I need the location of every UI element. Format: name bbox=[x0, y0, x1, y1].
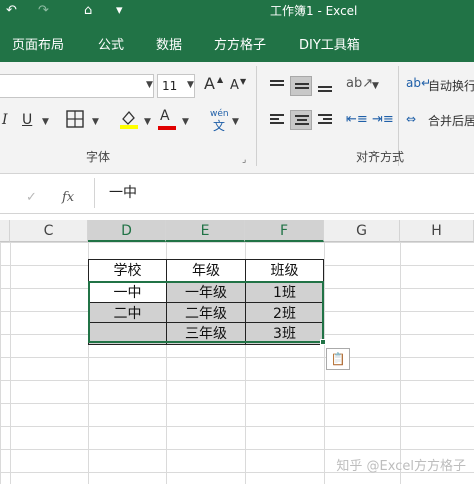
column-header-f[interactable]: F bbox=[245, 220, 324, 242]
increase-indent-icon[interactable]: ⇥≡ bbox=[372, 112, 394, 128]
corner-select-all[interactable] bbox=[0, 220, 10, 242]
font-color-swatch bbox=[158, 126, 176, 130]
align-left-button[interactable] bbox=[266, 110, 288, 130]
formula-bar: ✓ fx 一中 bbox=[0, 174, 474, 214]
column-header-d[interactable]: D bbox=[88, 220, 166, 242]
merge-center-button[interactable]: 合并后居 bbox=[428, 113, 474, 129]
table-header-cell[interactable]: 班级 bbox=[245, 259, 324, 282]
align-top-button[interactable] bbox=[266, 76, 288, 96]
formula-buttons: ✓ fx bbox=[0, 180, 92, 208]
table-cell[interactable]: 1班 bbox=[245, 281, 324, 304]
ribbon-home: ▼ 11 ▼ A ▲ A ▼ I U ▼ ▼ ▼ A ▼ wén 文 ▼ 字体 … bbox=[0, 62, 474, 174]
borders-icon[interactable] bbox=[66, 110, 84, 132]
gridline bbox=[324, 242, 325, 484]
table-cell[interactable]: 一中 bbox=[88, 281, 167, 304]
font-color-button[interactable]: A bbox=[160, 108, 170, 124]
table-header-cell[interactable]: 学校 bbox=[88, 259, 167, 282]
align-bottom-button[interactable] bbox=[314, 76, 336, 96]
grow-font-button[interactable]: A bbox=[204, 76, 215, 92]
group-label-alignment: 对齐方式 bbox=[356, 150, 405, 164]
gridline bbox=[400, 242, 401, 484]
shrink-font-button[interactable]: A bbox=[230, 78, 239, 94]
chevron-down-icon[interactable]: ▼ bbox=[144, 117, 151, 127]
redo-icon[interactable]: ↷ bbox=[38, 3, 49, 19]
italic-button[interactable]: I bbox=[2, 112, 8, 128]
underline-button[interactable]: U bbox=[22, 112, 32, 128]
align-right-button[interactable] bbox=[314, 110, 336, 130]
fill-color-icon[interactable] bbox=[119, 109, 139, 133]
align-center-button[interactable] bbox=[290, 110, 312, 130]
orientation-icon[interactable]: ab↗ bbox=[346, 76, 373, 92]
tab-page-layout[interactable]: 页面布局 bbox=[12, 34, 64, 53]
table-cell[interactable]: 3班 bbox=[245, 322, 324, 345]
formula-input[interactable]: 一中 bbox=[94, 178, 474, 208]
tab-fangfang[interactable]: 方方格子 bbox=[214, 34, 266, 53]
tab-data[interactable]: 数据 bbox=[156, 34, 182, 53]
column-header-c[interactable]: C bbox=[10, 220, 88, 242]
watermark: 知乎 @Excel方方格子 bbox=[336, 459, 466, 474]
column-header-h[interactable]: H bbox=[400, 220, 474, 242]
table-cell[interactable]: 一年级 bbox=[166, 281, 246, 304]
chevron-down-icon[interactable]: ▼ bbox=[42, 117, 49, 127]
table-cell[interactable] bbox=[88, 322, 167, 345]
tab-diy-toolbox[interactable]: DIY工具箱 bbox=[299, 34, 360, 53]
window-title: 工作簿1 - Excel bbox=[270, 4, 358, 18]
format-painter-icon[interactable]: ⌂ bbox=[84, 3, 92, 19]
align-middle-button[interactable] bbox=[290, 76, 312, 96]
confirm-icon[interactable]: ✓ bbox=[26, 190, 37, 205]
group-label-font: 字体 bbox=[86, 150, 111, 164]
ribbon-tabs: 页面布局 公式 数据 方方格子 DIY工具箱 bbox=[0, 22, 474, 62]
shrink-font-arrow-icon: ▼ bbox=[240, 77, 247, 86]
chevron-down-icon[interactable]: ▼ bbox=[182, 117, 189, 127]
column-header-e[interactable]: E bbox=[166, 220, 245, 242]
insert-function-button[interactable]: fx bbox=[62, 190, 74, 205]
merge-center-icon: ⇔ bbox=[406, 112, 417, 126]
paste-options-icon[interactable]: 📋 bbox=[326, 348, 350, 370]
chevron-down-icon[interactable]: ▼ bbox=[232, 117, 239, 127]
chevron-down-icon[interactable]: ▼ bbox=[146, 80, 153, 90]
gridline bbox=[10, 242, 11, 484]
table-cell[interactable]: 三年级 bbox=[166, 322, 246, 345]
customize-quick-access-icon[interactable]: ▾ bbox=[116, 3, 123, 19]
font-name-combobox[interactable] bbox=[0, 74, 154, 98]
grow-font-arrow-icon: ▲ bbox=[217, 75, 224, 84]
chevron-down-icon[interactable]: ▼ bbox=[92, 117, 99, 127]
title-bar: ↶ ↷ ⌂ ▾ 工作簿1 - Excel bbox=[0, 0, 474, 22]
wrap-text-button[interactable]: 自动换行 bbox=[428, 78, 474, 94]
tab-formulas[interactable]: 公式 bbox=[98, 34, 124, 53]
chevron-down-icon[interactable]: ▼ bbox=[187, 80, 194, 90]
fill-handle[interactable] bbox=[320, 339, 326, 345]
dialog-launcher-icon[interactable]: ⌟ bbox=[242, 152, 246, 168]
decrease-indent-icon[interactable]: ⇤≡ bbox=[346, 112, 368, 128]
table-header-cell[interactable]: 年级 bbox=[166, 259, 246, 282]
column-header-g[interactable]: G bbox=[324, 220, 400, 242]
phonetic-a-icon: 文 bbox=[213, 119, 226, 133]
undo-icon[interactable]: ↶ bbox=[6, 3, 17, 19]
ribbon-separator bbox=[256, 66, 257, 166]
chevron-down-icon[interactable]: ▼ bbox=[372, 81, 379, 91]
